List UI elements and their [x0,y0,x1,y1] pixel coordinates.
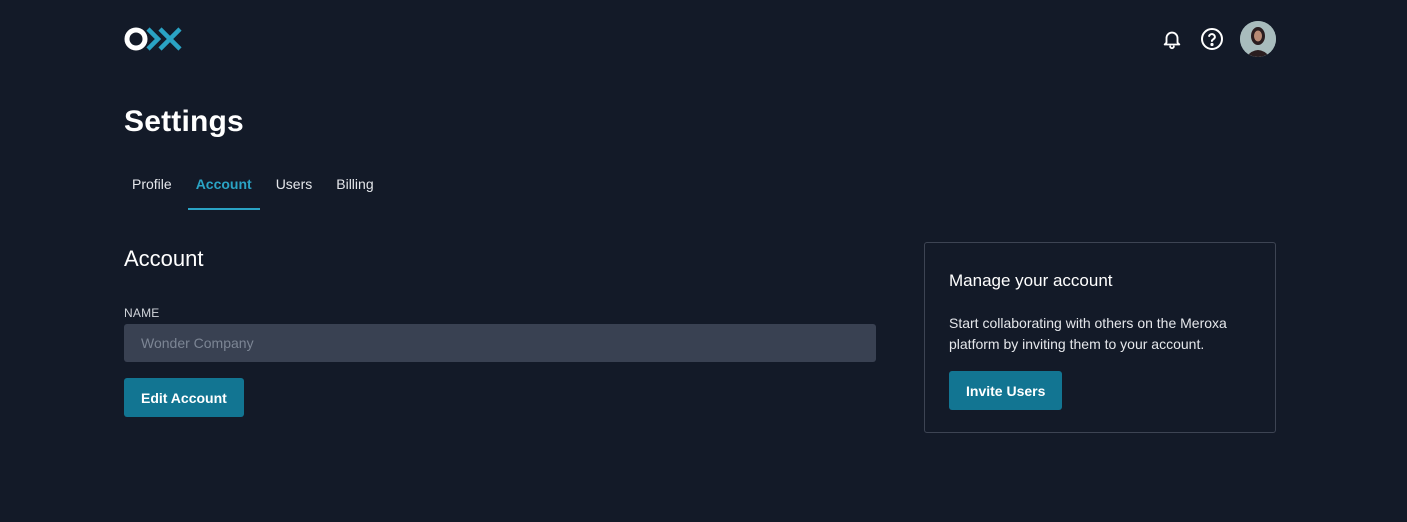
edit-account-button[interactable]: Edit Account [124,378,244,417]
ox-logo-icon[interactable] [124,27,182,51]
name-field[interactable] [124,324,876,362]
card-title: Manage your account [949,271,1113,290]
tab-account[interactable]: Account [187,166,260,210]
tab-users[interactable]: Users [268,166,321,210]
settings-tabs: Profile Account Users Billing [124,166,390,210]
tab-billing[interactable]: Billing [328,166,381,210]
avatar[interactable] [1240,21,1276,57]
card-description: Start collaborating with others on the M… [949,315,1227,352]
name-field-label: NAME [124,306,160,320]
account-section-title: Account [124,246,204,271]
page-title: Settings [124,105,244,138]
tab-profile[interactable]: Profile [124,166,180,210]
settings-page: Settings Profile Account Users Billing A… [0,0,1407,522]
header-actions [1160,21,1276,57]
help-circle-icon[interactable] [1200,27,1224,51]
bell-icon[interactable] [1160,27,1184,51]
invite-users-button[interactable]: Invite Users [949,371,1063,410]
manage-account-card: Manage your account Start collaborating … [924,242,1276,433]
